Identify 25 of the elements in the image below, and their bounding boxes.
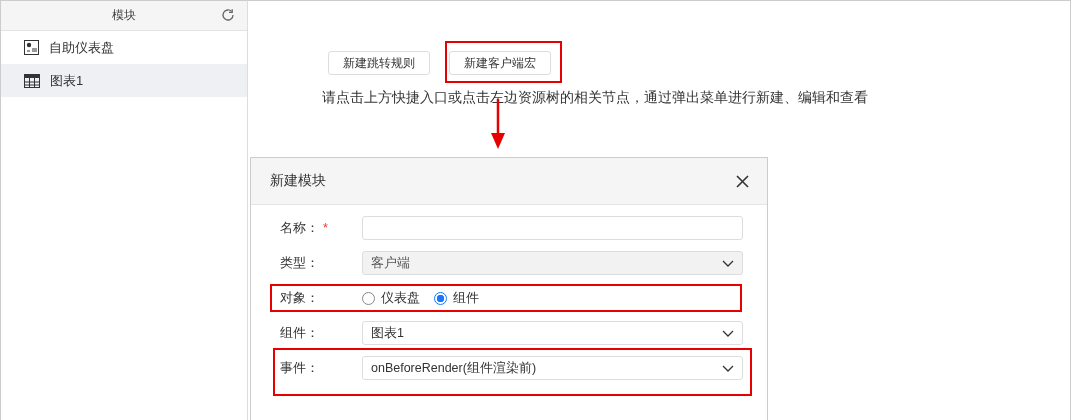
dialog-title: 新建模块 [270,172,326,190]
toolbar-button[interactable]: 新建客户端宏 [449,51,551,75]
radio-option[interactable]: 仪表盘 [362,289,420,307]
input-field[interactable] [362,216,743,240]
sidebar-title: 模块 [112,7,136,24]
sidebar-item[interactable]: 图表1 [1,64,247,97]
field-label: 事件： [280,359,320,377]
table-icon [24,73,40,88]
select-field[interactable]: onBeforeRender(组件渲染前) [362,356,743,380]
refresh-icon[interactable] [221,8,235,22]
toolbar-button[interactable]: 新建跳转规则 [328,51,430,75]
chevron-down-icon [722,259,734,267]
close-icon[interactable] [736,174,749,188]
dashboard-icon [24,40,39,55]
sidebar-item[interactable]: 自助仪表盘 [1,31,247,64]
field-label: 名称： * [280,219,329,237]
radio-option[interactable]: 组件 [434,289,479,307]
hint-text: 请点击上方快捷入口或点击左边资源树的相关节点，通过弹出菜单进行新建、编辑和查看 [322,89,869,107]
chevron-down-icon [722,329,734,337]
field-label: 组件： [280,324,320,342]
chevron-down-icon [722,364,734,372]
radio-button[interactable] [434,291,447,305]
select-field[interactable]: 图表1 [362,321,743,345]
field-label: 类型： [280,254,320,272]
field-label: 对象： [280,289,320,307]
